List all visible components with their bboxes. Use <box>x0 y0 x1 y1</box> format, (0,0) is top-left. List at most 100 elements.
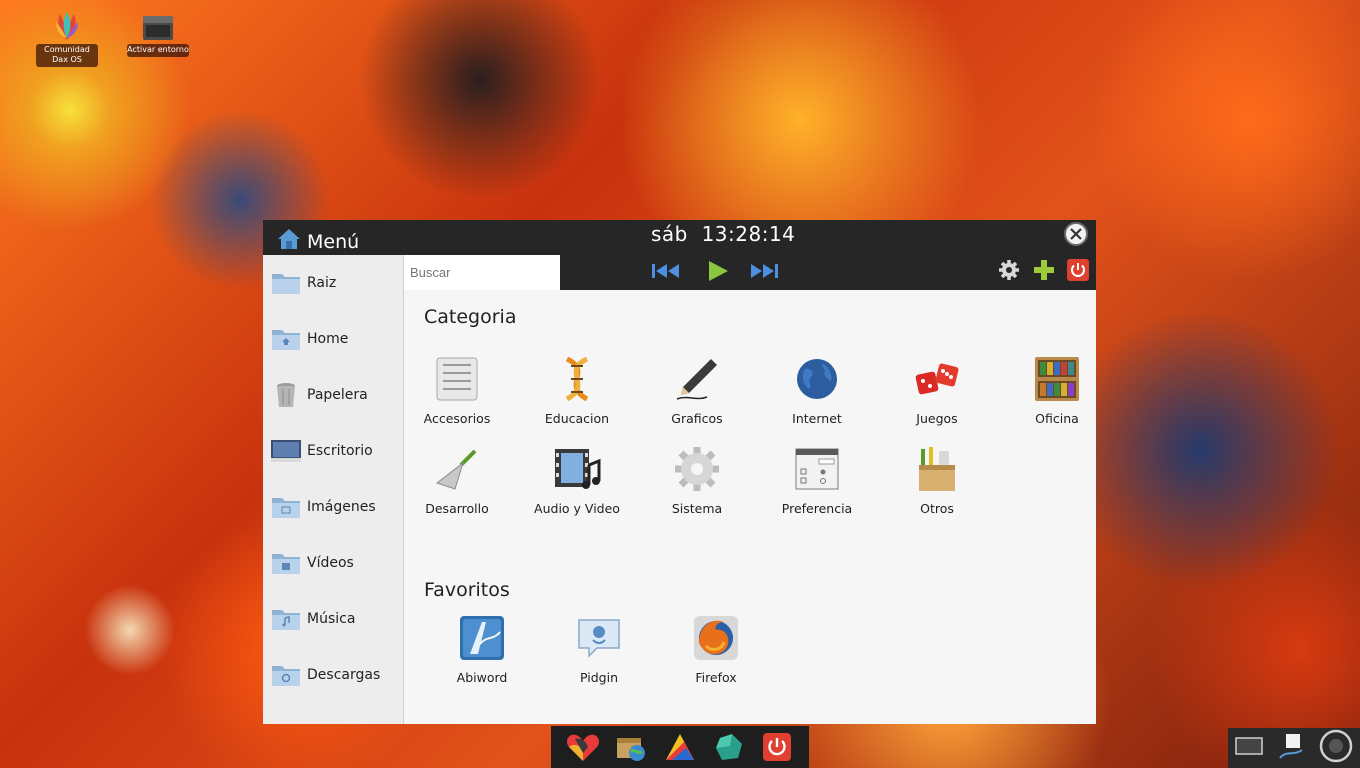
category-label: Preferencia <box>781 501 853 516</box>
category-label: Otros <box>920 501 954 516</box>
pencil-icon <box>676 359 717 400</box>
music-folder-icon <box>272 610 300 630</box>
home-icon <box>277 228 301 255</box>
favorite-label: Abiword <box>456 670 508 685</box>
app-menu-window: Menú sáb 13:28:14 Buscar Raiz Home Papel… <box>263 220 1096 724</box>
film-music-icon <box>555 449 601 489</box>
launcher-power[interactable] <box>760 730 794 764</box>
category-juegos[interactable]: Juegos <box>882 355 992 426</box>
sidebar-item-label: Home <box>307 331 349 347</box>
speaker-icon <box>1319 729 1352 763</box>
previous-track-button[interactable] <box>649 258 683 284</box>
power-button[interactable] <box>1066 258 1090 282</box>
settings-gear-icon <box>999 260 1019 280</box>
launcher-file-manager[interactable] <box>614 730 648 764</box>
heart-logo-icon <box>566 734 599 761</box>
sidebar-item-escritorio[interactable]: Escritorio <box>263 423 403 479</box>
desktop-icon-activar[interactable]: Activar entorno <box>127 4 189 57</box>
search-input[interactable] <box>404 255 560 290</box>
favorite-pidgin[interactable]: Pidgin <box>544 614 654 685</box>
add-plus-icon <box>1034 260 1054 280</box>
category-graficos[interactable]: Graficos <box>642 355 752 426</box>
sidebar-item-label: Descargas <box>307 667 381 683</box>
desktop-icon-label: Activar entorno <box>127 44 189 57</box>
notes-button[interactable] <box>1278 732 1304 764</box>
videos-folder-icon <box>272 554 300 574</box>
sidebar-item-home[interactable]: Home <box>263 311 403 367</box>
category-label: Graficos <box>671 411 723 426</box>
favorite-label: Pidgin <box>579 670 618 685</box>
file-manager-icon <box>617 738 646 761</box>
power-icon <box>763 733 792 761</box>
trash-icon <box>277 383 295 407</box>
play-icon <box>709 261 728 281</box>
sidebar-item-descargas[interactable]: Descargas <box>263 647 403 703</box>
power-icon <box>1067 259 1089 281</box>
sidebar-item-label: Escritorio <box>307 443 373 459</box>
favorite-firefox[interactable]: Firefox <box>661 614 771 685</box>
category-label: Juegos <box>916 411 958 426</box>
bookshelf-icon <box>1035 357 1079 401</box>
pictures-folder-icon <box>272 498 300 518</box>
category-preferencia[interactable]: Preferencia <box>762 445 872 516</box>
menu-title-label: Menú <box>307 230 360 253</box>
dna-icon <box>565 356 589 402</box>
sidebar-item-videos[interactable]: Vídeos <box>263 535 403 591</box>
show-desktop-button[interactable] <box>1235 736 1264 760</box>
category-internet[interactable]: Internet <box>762 355 872 426</box>
volume-button[interactable] <box>1319 729 1353 767</box>
category-label: Educacion <box>544 411 610 426</box>
folder-icon <box>272 274 300 294</box>
category-educacion[interactable]: Educacion <box>522 355 632 426</box>
dax-os-logo-icon <box>50 10 84 42</box>
desktop-icon <box>271 440 301 462</box>
dice-icon <box>915 363 959 395</box>
taskbar <box>551 726 809 768</box>
favorites-title: Favoritos <box>424 579 510 601</box>
sidebar-item-papelera[interactable]: Papelera <box>263 367 403 423</box>
sidebar-item-imagenes[interactable]: Imágenes <box>263 479 403 535</box>
downloads-folder-icon <box>272 666 300 686</box>
category-label: Desarrollo <box>425 501 489 516</box>
category-sistema[interactable]: Sistema <box>642 445 752 516</box>
launcher-heart[interactable] <box>566 730 600 764</box>
window-icon <box>1235 737 1264 755</box>
desktop-icon-comunidad[interactable]: Comunidad Dax OS <box>36 4 98 67</box>
category-label: Sistema <box>671 501 723 516</box>
category-label: Internet <box>792 411 842 426</box>
home-folder-icon <box>272 330 300 350</box>
sidebar-item-label: Vídeos <box>307 555 354 571</box>
close-icon <box>1070 228 1082 240</box>
category-oficina[interactable]: Oficina <box>1002 355 1112 426</box>
add-button[interactable] <box>1032 258 1056 282</box>
next-track-button[interactable] <box>747 258 781 284</box>
settings-button[interactable] <box>997 258 1021 282</box>
globe-icon <box>797 359 837 399</box>
category-label: Accesorios <box>423 411 491 426</box>
menu-title[interactable]: Menú <box>277 228 359 255</box>
close-button[interactable] <box>1064 222 1088 246</box>
abiword-icon <box>460 616 504 660</box>
launcher-gem[interactable] <box>712 730 746 764</box>
play-button[interactable] <box>701 258 735 284</box>
category-label: Oficina <box>1035 411 1079 426</box>
category-accesorios[interactable]: Accesorios <box>402 355 512 426</box>
next-track-icon <box>751 264 778 278</box>
launcher-media[interactable] <box>663 730 697 764</box>
desktop-icon-label: Comunidad Dax OS <box>36 44 98 67</box>
places-sidebar: Raiz Home Papelera Escritorio Imágenes V… <box>263 255 404 724</box>
sidebar-item-raiz[interactable]: Raiz <box>263 255 403 311</box>
category-label: Audio y Video <box>534 501 620 516</box>
previous-track-icon <box>652 264 679 278</box>
gem-icon <box>715 734 742 760</box>
pidgin-icon <box>578 619 620 658</box>
sidebar-item-label: Raiz <box>307 275 337 291</box>
sidebar-item-musica[interactable]: Música <box>263 591 403 647</box>
category-desarrollo[interactable]: Desarrollo <box>402 445 512 516</box>
preferences-window-icon <box>795 448 839 490</box>
sidebar-item-label: Música <box>307 611 356 627</box>
clock-display: sáb 13:28:14 <box>651 222 796 246</box>
category-audio-video[interactable]: Audio y Video <box>522 445 632 516</box>
favorite-abiword[interactable]: Abiword <box>427 614 537 685</box>
category-otros[interactable]: Otros <box>882 445 992 516</box>
